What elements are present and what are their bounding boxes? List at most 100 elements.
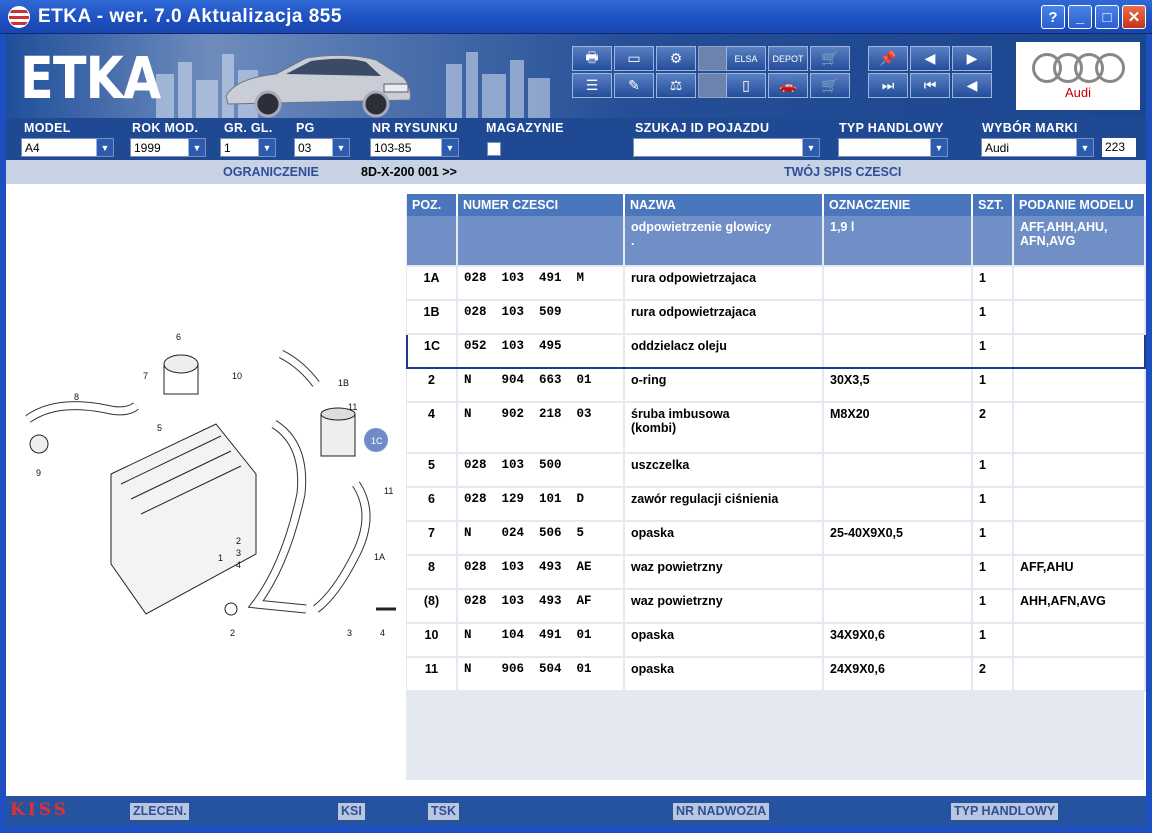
cell-num: 028 129 101 D: [457, 487, 625, 522]
col-model[interactable]: PODANIE MODELU: [1013, 194, 1146, 216]
table-row[interactable]: (8) 028 103 493 AF waz powietrzny 1 AHH,AFN,…: [407, 589, 1146, 624]
group-name-2: .: [631, 234, 635, 248]
kiss-logo[interactable]: KISS: [10, 800, 69, 820]
cell-model: AFF,AHU: [1013, 555, 1146, 590]
model-select[interactable]: A4 ▼: [21, 138, 114, 157]
cart-icon[interactable]: 🛒: [810, 73, 850, 98]
col-oznaczenie[interactable]: OZNACZENIE: [823, 194, 973, 216]
cell-poz: 4: [407, 402, 458, 454]
cell-szt: 1: [972, 521, 1014, 556]
gr-select[interactable]: 1 ▼: [220, 138, 276, 157]
last-icon[interactable]: ⏭: [868, 73, 908, 98]
table-row[interactable]: 7N 024 506 5 opaska 25-40X9X0,5 1: [407, 521, 1146, 556]
prev-page-icon[interactable]: ◀: [910, 46, 950, 71]
magazynie-checkbox[interactable]: [487, 142, 501, 156]
chevron-down-icon[interactable]: ▼: [441, 139, 458, 156]
table-row[interactable]: 2N 904 663 01 o-ring 30X3,5 1: [407, 368, 1146, 403]
svg-text:3: 3: [236, 548, 241, 558]
cell-nazwa: waz powietrzny: [624, 589, 824, 624]
table-row[interactable]: 1A 028 103 491 Mrura odpowietrzajaca 1: [407, 266, 1146, 301]
pg-value: 03: [298, 141, 312, 155]
nr-select[interactable]: 103-85 ▼: [370, 138, 459, 157]
col-nazwa[interactable]: NAZWA: [624, 194, 824, 216]
table-row[interactable]: 11 N 906 504 01 opaska 24X9X0,6 2: [407, 657, 1146, 692]
toolbar-nav: 📌 ◀ ▶ ⏭ ⏮ ◀: [868, 46, 992, 98]
col-poz[interactable]: POZ.: [407, 194, 458, 216]
cell-ozn: 24X9X0,6: [823, 657, 973, 692]
cell-poz: 5: [407, 453, 458, 488]
ksi-button[interactable]: KSI: [338, 803, 365, 820]
cell-model: [1013, 402, 1146, 454]
chevron-down-icon[interactable]: ▼: [1076, 139, 1093, 156]
chevron-down-icon[interactable]: ▼: [188, 139, 205, 156]
window-frame-bottom: [0, 826, 1152, 833]
marka-select[interactable]: Audi ▼: [981, 138, 1094, 157]
table-row[interactable]: 1C 052 103 495 oddzielacz oleju 1: [406, 333, 1146, 369]
edit-icon[interactable]: ✎: [614, 73, 654, 98]
table-row[interactable]: 6 028 129 101 Dzawór regulacji ciśnienia 1: [407, 487, 1146, 522]
minimize-icon[interactable]: _: [1068, 5, 1092, 29]
svg-text:1A: 1A: [374, 552, 385, 562]
hierarchy-icon[interactable]: ⚖: [656, 73, 696, 98]
gr-label: GR. GL.: [224, 121, 273, 135]
col-numer[interactable]: NUMER CZESCI: [457, 194, 625, 216]
window-icon[interactable]: ▭: [614, 46, 654, 71]
nr-nadwozia-button[interactable]: NR NADWOZIA: [673, 803, 770, 820]
table-row[interactable]: 8 028 103 493 AE waz powietrzny 1 AFF,AHU: [407, 555, 1146, 590]
back-icon[interactable]: ◀: [952, 73, 992, 98]
cell-model: [1013, 623, 1146, 658]
spis-czesci-link[interactable]: TWÓJ SPIS CZESCI: [784, 165, 901, 179]
typ-handlowy-button[interactable]: TYP HANDLOWY: [951, 803, 1059, 820]
marka-label: WYBÓR MARKI: [982, 121, 1078, 135]
close-icon[interactable]: ✕: [1122, 5, 1146, 29]
maximize-icon[interactable]: □: [1095, 5, 1119, 29]
bottom-bar: KISS ZLECEN. KSI TSK NR NADWOZIA TYP HAN…: [6, 796, 1146, 826]
cell-num: N 904 663 01: [457, 368, 625, 403]
vehicle-icon[interactable]: 🚗: [768, 73, 808, 98]
typ-select[interactable]: ▼: [838, 138, 948, 157]
window-controls: ? _ □ ✕: [1041, 5, 1146, 29]
depot-button[interactable]: DEPOT: [768, 46, 808, 71]
table-row[interactable]: 4N 902 218 03 śruba imbusowa (kombi) M8X20…: [407, 402, 1146, 454]
cell-model: [1013, 453, 1146, 488]
chevron-down-icon[interactable]: ▼: [96, 139, 113, 156]
chevron-down-icon[interactable]: ▼: [332, 139, 349, 156]
cell: [407, 216, 458, 267]
svg-text:7: 7: [143, 371, 148, 381]
cell-model: [1013, 487, 1146, 522]
next-page-icon[interactable]: ▶: [952, 46, 992, 71]
col-szt[interactable]: SZT.: [972, 194, 1014, 216]
rok-select[interactable]: 1999 ▼: [130, 138, 206, 157]
cell-ozn: 34X9X0,6: [823, 623, 973, 658]
app-icon[interactable]: [8, 5, 30, 28]
table-row[interactable]: 5 028 103 500 uszczelka 1: [407, 453, 1146, 488]
pg-select[interactable]: 03 ▼: [294, 138, 350, 157]
restriction-code[interactable]: 8D-X-200 001 >>: [361, 165, 457, 179]
cell-num: 028 103 500: [457, 453, 625, 488]
svg-text:3: 3: [347, 628, 352, 638]
first-icon[interactable]: ⏮: [910, 73, 950, 98]
parts-diagram[interactable]: 6 7 10 8 5 9 1B 11 1C 11 2 3 4 1 1A 2 3 4: [16, 324, 406, 644]
devices-icon[interactable]: ▯: [726, 73, 766, 98]
chevron-down-icon[interactable]: ▼: [930, 139, 947, 156]
result-count: 223: [1102, 138, 1136, 157]
print-icon[interactable]: 🖶: [572, 46, 612, 71]
chevron-down-icon[interactable]: ▼: [258, 139, 275, 156]
group-row[interactable]: odpowietrzenie glowicy. 1,9 l AFF,AHH,AH…: [407, 216, 1146, 267]
ograniczenie-link[interactable]: OGRANICZENIE: [223, 165, 319, 179]
parts-icon[interactable]: ⚙: [656, 46, 696, 71]
cell-model: [1013, 657, 1146, 692]
pin-icon[interactable]: 📌: [868, 46, 908, 71]
cell-poz: 1A: [407, 266, 458, 301]
szukaj-select[interactable]: ▼: [633, 138, 820, 157]
tsk-button[interactable]: TSK: [428, 803, 459, 820]
table-row[interactable]: 1B 028 103 509 rura odpowietrzajaca 1: [407, 300, 1146, 335]
zlecen-button[interactable]: ZLECEN.: [130, 803, 190, 820]
cart-transfer-icon[interactable]: 🛒: [810, 46, 850, 71]
cell-model: [1013, 266, 1146, 301]
elsa-button[interactable]: ELSA: [726, 46, 766, 71]
table-row[interactable]: 10 N 104 491 01 opaska 34X9X0,6 1: [407, 623, 1146, 658]
help-icon[interactable]: ?: [1041, 5, 1065, 29]
chevron-down-icon[interactable]: ▼: [802, 139, 819, 156]
list-icon[interactable]: ☰: [572, 73, 612, 98]
